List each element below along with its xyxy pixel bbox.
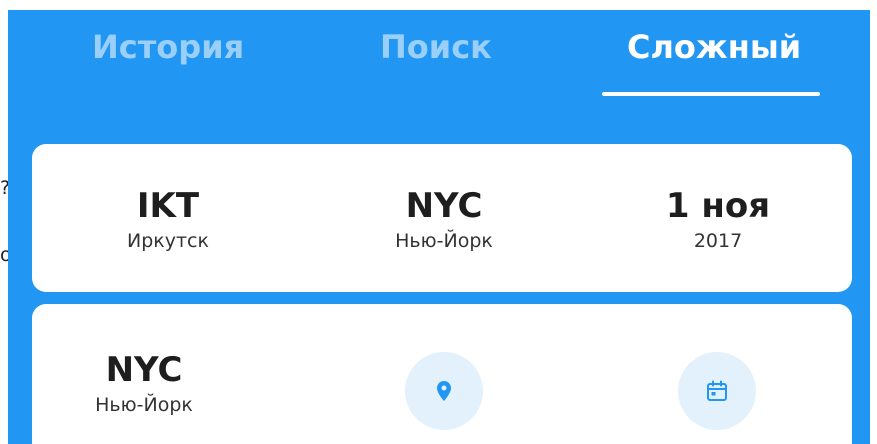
location-pin-icon bbox=[437, 381, 451, 401]
next-leg-origin-selector[interactable]: NYC Нью-Йорк bbox=[44, 350, 244, 418]
tab-history[interactable]: История bbox=[92, 28, 244, 66]
origin-code: IKT bbox=[136, 186, 200, 226]
tab-search[interactable]: Поиск bbox=[380, 28, 492, 66]
departure-day: 1 ноя bbox=[665, 186, 771, 226]
active-tab-indicator bbox=[602, 92, 820, 96]
next-leg-origin-code: NYC bbox=[105, 350, 183, 390]
route-card: IKT Иркутск NYC Нью-Йорк 1 ноя 2017 bbox=[32, 144, 852, 292]
screen: ? o История Поиск Сложный IKT Иркутск NY… bbox=[0, 0, 877, 444]
calendar-icon bbox=[707, 380, 727, 401]
flight-search-panel: История Поиск Сложный IKT Иркутск NYC Нь… bbox=[8, 10, 870, 444]
origin-city: Иркутск bbox=[127, 230, 209, 252]
next-leg-origin-city: Нью-Йорк bbox=[95, 394, 193, 416]
origin-selector[interactable]: IKT Иркутск bbox=[68, 186, 268, 254]
destination-code: NYC bbox=[405, 186, 483, 226]
date-selector[interactable]: 1 ноя 2017 bbox=[618, 186, 818, 254]
destination-city: Нью-Йорк bbox=[395, 230, 493, 252]
date-select-button[interactable] bbox=[678, 352, 756, 430]
departure-year: 2017 bbox=[693, 230, 743, 252]
destination-selector[interactable]: NYC Нью-Йорк bbox=[344, 186, 544, 254]
next-leg-card: NYC Нью-Йорк bbox=[32, 304, 852, 444]
tab-complex[interactable]: Сложный bbox=[627, 28, 801, 66]
destination-select-button[interactable] bbox=[405, 352, 483, 430]
tab-bar: История Поиск Сложный bbox=[8, 10, 870, 110]
